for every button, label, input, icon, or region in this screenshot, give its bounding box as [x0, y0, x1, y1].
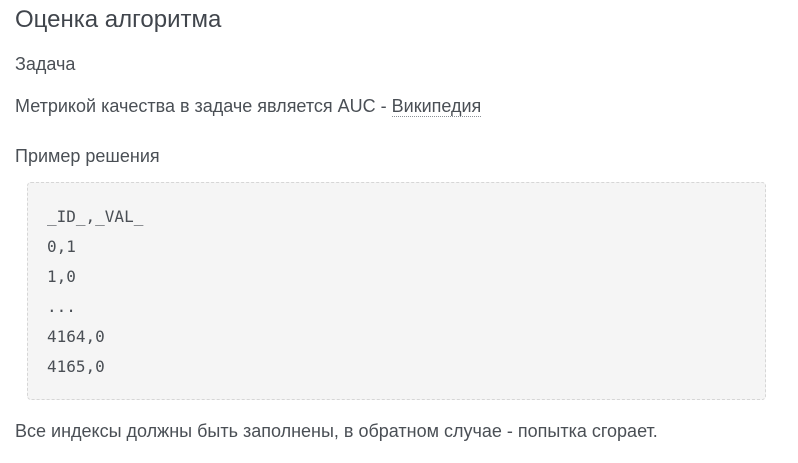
task-heading: Задача [15, 54, 76, 74]
code-line: _ID_,_VAL_ [47, 207, 144, 226]
code-line: 0,1 [47, 237, 76, 256]
code-line: 1,0 [47, 267, 76, 286]
example-heading: Пример решения [15, 146, 160, 166]
page-title: Оценка алгоритма [15, 6, 222, 33]
metric-paragraph: Метрикой качества в задаче является AUC … [15, 96, 482, 117]
wikipedia-link[interactable]: Википедия [391, 96, 482, 117]
metric-text: Метрикой качества в задаче является AUC … [15, 96, 392, 116]
code-line: 4164,0 [47, 327, 105, 346]
code-line: 4165,0 [47, 357, 105, 376]
code-line: ... [47, 297, 76, 316]
footer-note: Все индексы должны быть заполнены, в обр… [15, 421, 658, 441]
code-block: _ID_,_VAL_ 0,1 1,0 ... 4164,0 4165,0 [27, 182, 766, 400]
